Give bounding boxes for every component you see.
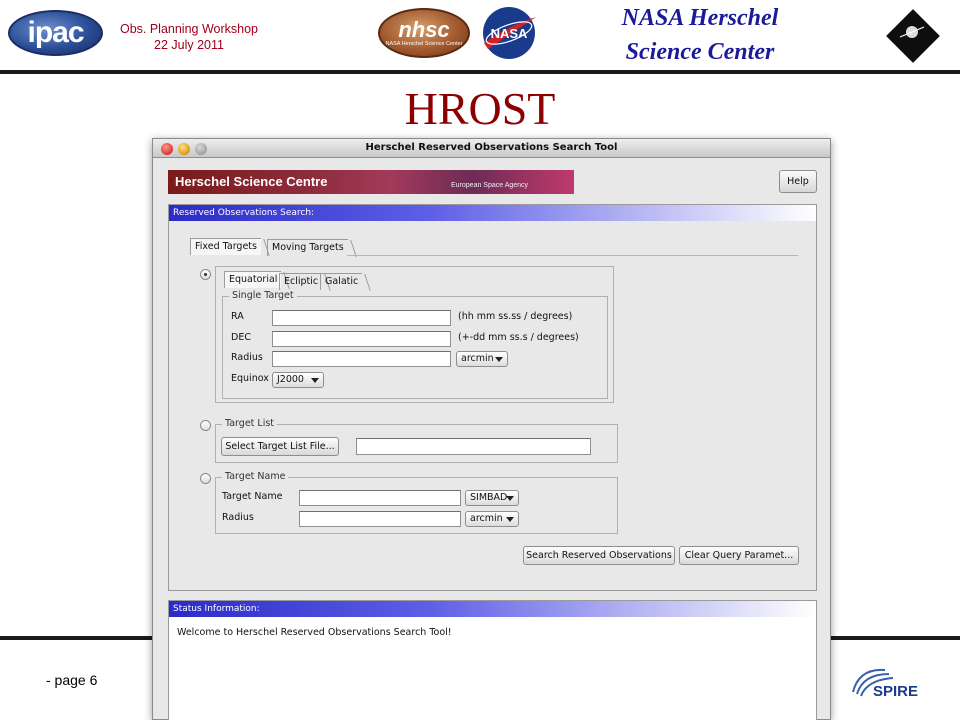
- dec-input[interactable]: [272, 331, 451, 347]
- target-list-radio[interactable]: [200, 420, 211, 431]
- ra-label: RA: [231, 311, 244, 322]
- center-title: NASA Herschel Science Center: [585, 2, 815, 69]
- workshop-date: 22 July 2011: [154, 37, 224, 52]
- tab-moving-targets[interactable]: Moving Targets: [267, 239, 348, 256]
- ra-hint: (hh mm ss.ss / degrees): [458, 311, 573, 322]
- page-number: - page 6: [46, 672, 98, 688]
- window-titlebar[interactable]: Herschel Reserved Observations Search To…: [153, 139, 830, 158]
- search-panel-header: Reserved Observations Search:: [169, 205, 816, 221]
- equinox-value: J2000: [277, 374, 304, 385]
- tab-galatic[interactable]: Galatic: [320, 273, 363, 290]
- center-title-line1: NASA Herschel: [621, 5, 779, 31]
- status-message: Welcome to Herschel Reserved Observation…: [177, 627, 452, 638]
- tab-equatorial[interactable]: Equatorial: [224, 271, 282, 288]
- nhsc-logo-text: nhsc: [398, 17, 450, 42]
- radius-unit-value: arcmin: [461, 353, 494, 364]
- nasa-logo: NASA: [483, 7, 536, 59]
- target-radius-unit-value: arcmin: [470, 513, 503, 524]
- herschel-logo: [886, 9, 940, 63]
- ra-input[interactable]: [272, 310, 451, 326]
- single-target-radio[interactable]: [200, 269, 211, 280]
- center-title-line2: Science Center: [625, 38, 775, 65]
- tab-fixed-targets[interactable]: Fixed Targets: [190, 238, 261, 255]
- target-name-label: Target Name: [222, 491, 283, 502]
- window-title: Herschel Reserved Observations Search To…: [365, 142, 618, 153]
- radius-unit-select[interactable]: arcmin: [456, 351, 508, 367]
- single-target-legend: Single Target: [229, 290, 297, 301]
- resolver-select[interactable]: SIMBAD: [465, 490, 519, 506]
- workshop-name: Obs. Planning Workshop: [119, 22, 259, 36]
- target-list-file-input[interactable]: [356, 438, 591, 455]
- slide-title: HROST: [404, 83, 556, 134]
- tab-divider: [347, 255, 798, 256]
- status-panel-header: Status Information:: [169, 601, 816, 617]
- nhsc-logo: nhsc NASA Herschel Science Center: [378, 8, 470, 58]
- chevron-down-icon: [506, 496, 514, 501]
- equinox-select[interactable]: J2000: [272, 372, 324, 388]
- target-radius-input[interactable]: [299, 511, 461, 527]
- chevron-down-icon: [311, 378, 319, 383]
- search-panel: Reserved Observations Search: Fixed Targ…: [168, 204, 817, 591]
- single-target-box: Single Target RA (hh mm ss.ss / degrees)…: [222, 290, 608, 399]
- resolver-value: SIMBAD: [470, 492, 508, 503]
- equinox-label: Equinox: [231, 373, 269, 384]
- target-name-input[interactable]: [299, 490, 461, 506]
- help-button[interactable]: Help: [779, 170, 817, 193]
- target-radius-unit-select[interactable]: arcmin: [465, 511, 519, 527]
- target-name-group: Target Name Target Name SIMBAD Radius ar…: [215, 471, 618, 534]
- tab-ecliptic[interactable]: Ecliptic: [279, 273, 323, 290]
- nhsc-logo-subtext: NASA Herschel Science Center: [385, 41, 463, 47]
- clear-query-parameters-button[interactable]: Clear Query Paramet...: [679, 546, 799, 565]
- dec-label: DEC: [231, 332, 251, 343]
- chevron-down-icon: [495, 357, 503, 362]
- target-name-legend: Target Name: [222, 471, 289, 482]
- select-target-list-button[interactable]: Select Target List File...: [221, 437, 339, 456]
- ipac-logo-text: ipac: [27, 16, 84, 49]
- radius-label: Radius: [231, 352, 263, 363]
- dec-hint: (+-dd mm ss.s / degrees): [458, 332, 579, 343]
- search-reserved-observations-button[interactable]: Search Reserved Observations: [523, 546, 675, 565]
- target-name-radio[interactable]: [200, 473, 211, 484]
- spire-logo: SPIRE: [852, 668, 918, 700]
- status-panel: Status Information: Welcome to Herschel …: [168, 600, 817, 720]
- header-divider: [0, 70, 960, 74]
- radius-input[interactable]: [272, 351, 451, 367]
- spire-logo-text: SPIRE: [873, 683, 918, 700]
- ipac-logo: ipac: [8, 10, 103, 56]
- target-list-legend: Target List: [222, 418, 278, 429]
- target-radius-label: Radius: [222, 512, 254, 523]
- chevron-down-icon: [506, 517, 514, 522]
- hsc-banner: Herschel Science Centre European Space A…: [168, 170, 574, 194]
- banner-subtitle: European Space Agency: [451, 182, 529, 189]
- hrost-window: Herschel Reserved Observations Search To…: [152, 138, 831, 720]
- target-list-group: Target List Select Target List File...: [215, 418, 618, 463]
- single-target-group: Equatorial Ecliptic Galatic Single Targe…: [215, 266, 614, 403]
- workshop-info: Obs. Planning Workshop 22 July 2011: [100, 22, 278, 53]
- banner-title: Herschel Science Centre: [175, 174, 328, 189]
- nasa-logo-text: NASA: [491, 26, 528, 41]
